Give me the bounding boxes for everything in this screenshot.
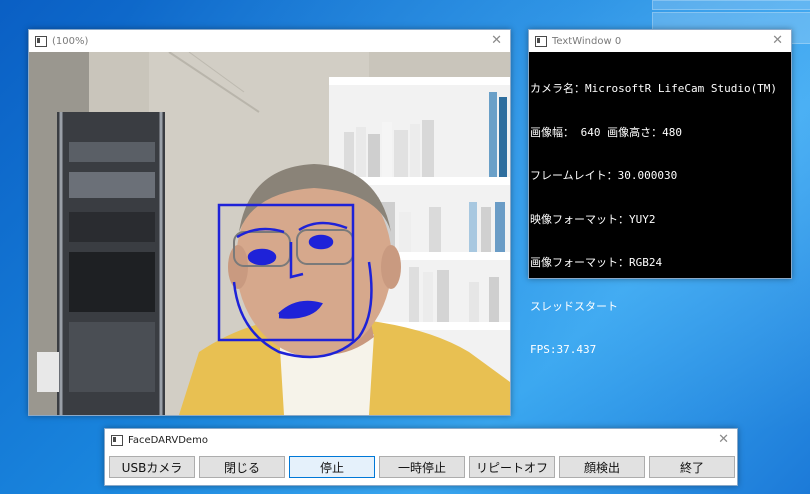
close-icon[interactable]: ✕: [772, 33, 783, 48]
desktop-tile: [652, 0, 810, 10]
control-window-title: FaceDARVDemo: [128, 434, 208, 446]
console-line: フレームレイト：30.000030: [530, 169, 678, 182]
console-line: カメラ名：MicrosoftR LifeCam Studio(TM): [530, 82, 778, 95]
camera-window-title: (100%): [52, 35, 89, 47]
console-line: 映像フォーマット：YUY2: [530, 212, 656, 226]
close-button[interactable]: 閉じる: [199, 456, 285, 478]
text-window-title: TextWindow 0: [552, 35, 622, 47]
close-icon[interactable]: ✕: [718, 432, 729, 447]
stop-button[interactable]: 停止: [289, 456, 375, 478]
camera-window[interactable]: (100%) ✕: [28, 29, 511, 416]
camera-window-titlebar[interactable]: (100%) ✕: [29, 30, 510, 52]
app-window-icon: [535, 35, 547, 47]
repeat-off-button[interactable]: リピートオフ: [469, 456, 555, 478]
control-window[interactable]: FaceDARVDemo ✕ USBカメラ 閉じる 停止 一時停止 リピートオフ…: [104, 428, 738, 486]
button-row: USBカメラ 閉じる 停止 一時停止 リピートオフ 顔検出 終了: [109, 456, 735, 478]
control-window-titlebar[interactable]: FaceDARVDemo ✕: [105, 429, 737, 451]
console-line: 画像幅： 640 画像高さ：480: [530, 125, 682, 139]
console-output: カメラ名：MicrosoftR LifeCam Studio(TM) 画像幅： …: [529, 52, 791, 356]
pause-button[interactable]: 一時停止: [379, 456, 465, 478]
close-icon[interactable]: ✕: [491, 33, 502, 48]
camera-frame: [29, 52, 510, 415]
app-window-icon: [111, 434, 123, 446]
camera-view: [29, 52, 510, 415]
console-line: FPS:37.437: [530, 343, 597, 356]
text-window-titlebar[interactable]: TextWindow 0 ✕: [529, 30, 791, 52]
console-line: スレッドスタート: [530, 299, 618, 313]
usb-camera-button[interactable]: USBカメラ: [109, 456, 195, 478]
app-window-icon: [35, 35, 47, 47]
console-line: 画像フォーマット：RGB24: [530, 256, 663, 269]
exit-button[interactable]: 終了: [649, 456, 735, 478]
text-window[interactable]: TextWindow 0 ✕ カメラ名：MicrosoftR LifeCam S…: [528, 29, 792, 356]
face-detect-button[interactable]: 顔検出: [559, 456, 645, 478]
